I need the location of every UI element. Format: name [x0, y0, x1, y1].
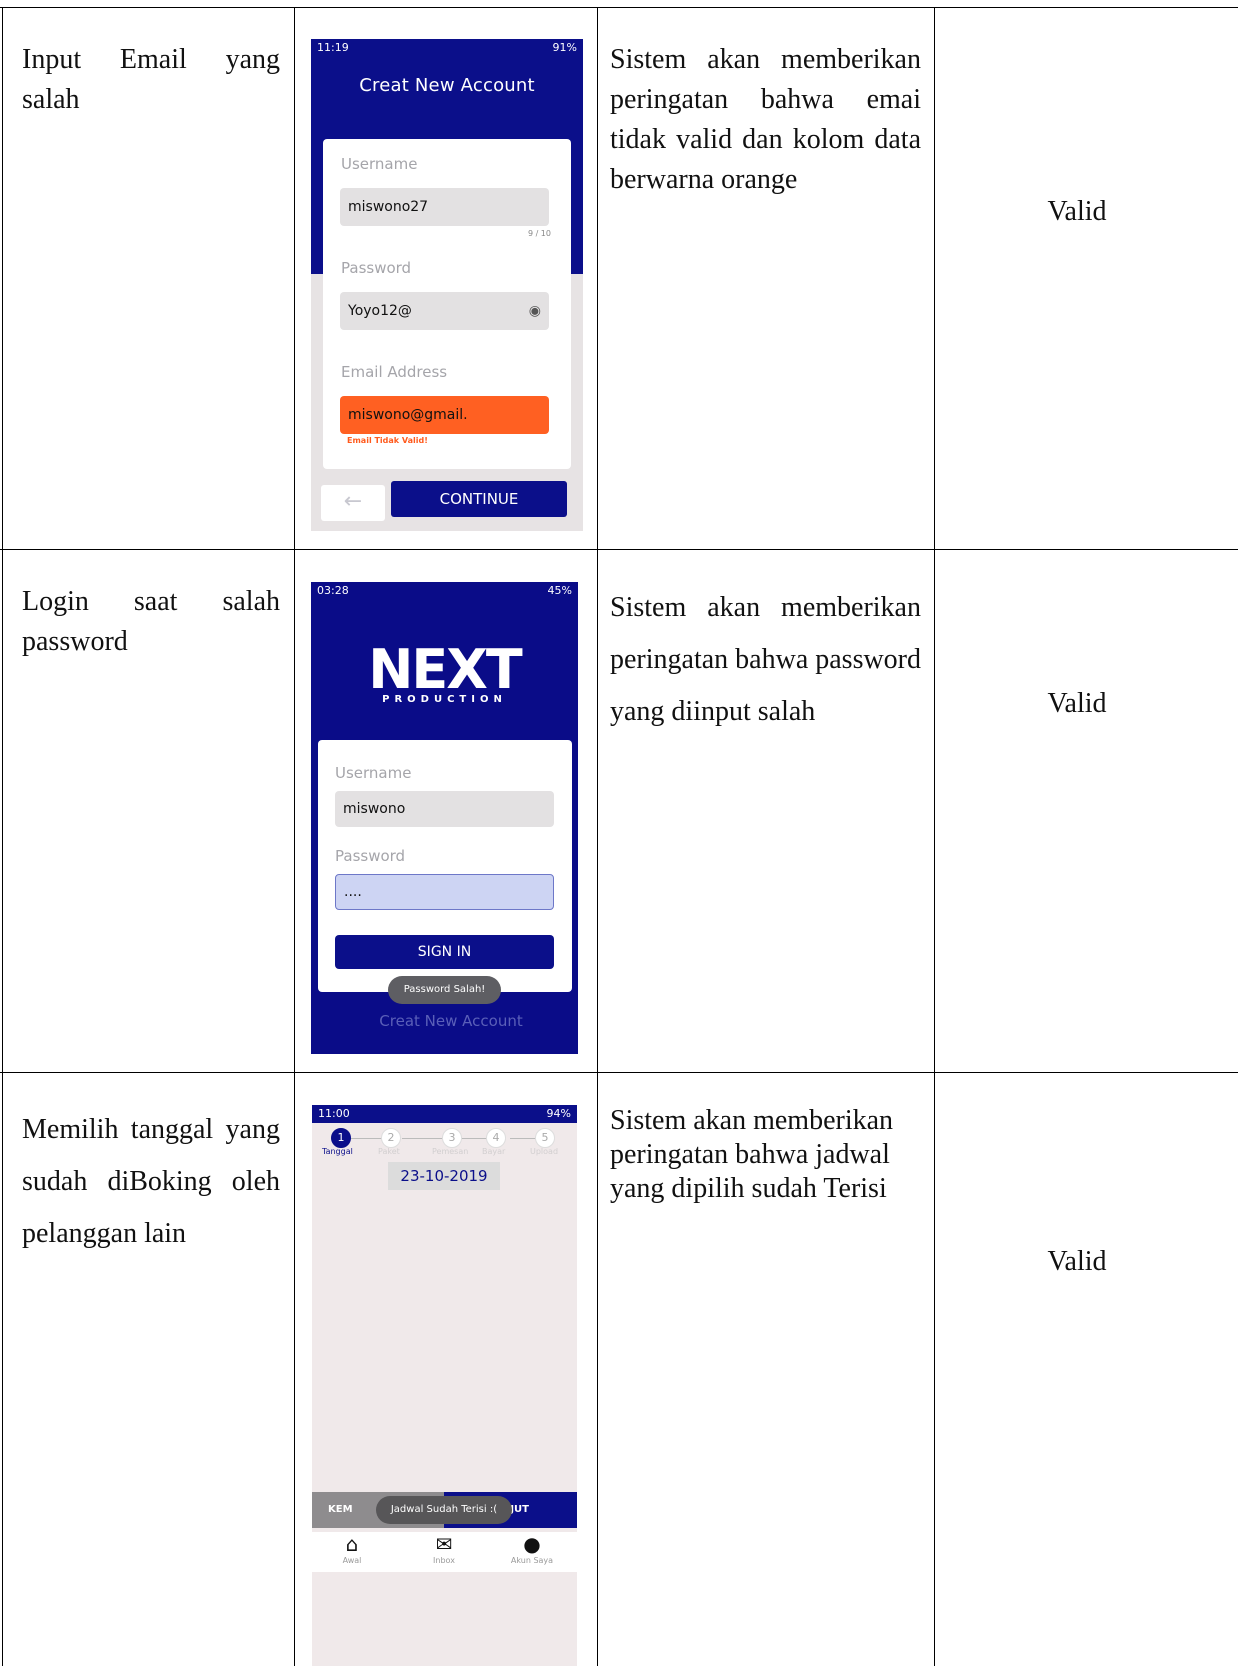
home-icon: ⌂: [345, 1532, 359, 1556]
step-connector: [510, 1138, 536, 1139]
status-bar: 11:19 91%: [311, 39, 583, 57]
email-value: miswono@gmail.: [348, 407, 468, 423]
arrow-left-icon: ←: [343, 489, 363, 514]
step-3[interactable]: 3: [442, 1128, 462, 1148]
user-icon: ●: [523, 1532, 541, 1556]
password-value: Yoyo12@: [348, 303, 412, 319]
status-time: 11:19: [317, 41, 349, 54]
step-1[interactable]: 1: [331, 1128, 351, 1148]
expected-text: Sistem akan memberikan peringatan bahwa …: [610, 44, 921, 195]
email-error: Email Tidak Valid!: [347, 436, 428, 445]
step-indicator: 1 2 3 4 5 Tanggal Paket Pemesan Bayar Up…: [312, 1123, 577, 1167]
sign-in-button[interactable]: SIGN IN: [335, 935, 554, 969]
step-5[interactable]: 5: [535, 1128, 555, 1148]
username-value: miswono: [343, 801, 406, 817]
step-4[interactable]: 4: [486, 1128, 506, 1148]
char-counter: 9 / 10: [527, 229, 551, 238]
password-value: ....: [344, 884, 362, 900]
back-button[interactable]: ←: [321, 485, 385, 521]
nav-label: Inbox: [433, 1556, 455, 1565]
password-input[interactable]: ....: [335, 874, 554, 910]
row-divider: [0, 1072, 1238, 1073]
screen-title: Creat New Account: [359, 75, 535, 96]
toast-message: Password Salah!: [388, 976, 501, 1004]
toast-message: Jadwal Sudah Terisi :(: [376, 1496, 512, 1524]
result-text: Valid: [1047, 196, 1107, 227]
email-input[interactable]: miswono@gmail.: [340, 396, 549, 434]
nav-item-akun-saya[interactable]: ● Akun Saya: [502, 1532, 562, 1565]
date-picker-field[interactable]: 23-10-2019: [388, 1162, 500, 1190]
column-divider: [597, 7, 598, 1666]
password-input[interactable]: Yoyo12@ ◉: [340, 292, 549, 330]
username-input[interactable]: miswono27: [340, 188, 549, 226]
test-table: Input Email yang salah Sistem akan membe…: [0, 0, 1238, 1666]
status-time: 03:28: [317, 584, 349, 597]
password-label: Password: [335, 847, 406, 865]
password-label: Password: [341, 259, 412, 277]
screenshot-booking: 11:00 94% 1 2 3 4 5 Tanggal Paket Pemesa…: [312, 1105, 577, 1666]
nav-label: Awal: [342, 1556, 362, 1565]
screenshot-login: 03:28 45% NEXT PRODUCTION Username miswo…: [311, 582, 578, 1054]
status-time: 11:00: [318, 1107, 350, 1120]
status-bar: 03:28 45%: [311, 582, 578, 600]
screenshot-create-account: 11:19 91% Creat New Account Username mis…: [311, 39, 583, 531]
expected-text: Sistem akan memberikan peringatan bahwa …: [610, 592, 922, 727]
status-battery: 45%: [547, 584, 572, 597]
step-label: Paket: [378, 1147, 400, 1156]
nav-item-inbox[interactable]: ✉ Inbox: [414, 1532, 474, 1565]
status-battery: 91%: [552, 41, 577, 54]
nav-label: Akun Saya: [510, 1556, 554, 1565]
step-label: Bayar: [482, 1147, 506, 1156]
result-text: Valid: [1047, 1246, 1107, 1277]
test-case-text: Input Email yang salah: [22, 44, 280, 115]
step-label: Upload: [530, 1147, 559, 1156]
form-card: Username miswono27 9 / 10 Password Yoyo1…: [323, 139, 571, 469]
step-connector: [402, 1138, 442, 1139]
username-label: Username: [335, 764, 412, 782]
step-label: Tanggal: [322, 1147, 353, 1156]
status-battery: 94%: [546, 1107, 571, 1120]
inbox-icon: ✉: [435, 1532, 453, 1556]
login-card: Username miswono Password .... SIGN IN: [318, 740, 572, 992]
create-account-link[interactable]: Creat New Account: [311, 1012, 578, 1030]
status-bar: 11:00 94%: [312, 1105, 577, 1123]
bottom-navigation: ⌂ Awal ✉ Inbox ● Akun Saya: [312, 1532, 577, 1572]
table-border-top: [0, 7, 1238, 8]
column-divider: [934, 7, 935, 1666]
step-label: Pemesan: [432, 1147, 469, 1156]
row-divider: [0, 549, 1238, 550]
result-text: Valid: [1047, 688, 1107, 719]
brand-logo-subtitle: PRODUCTION: [382, 694, 507, 705]
eye-icon[interactable]: ◉: [529, 303, 541, 319]
email-label: Email Address: [341, 363, 448, 381]
test-case-text: Memilih tanggal yang sudah diBoking oleh…: [22, 1114, 280, 1249]
nav-item-awal[interactable]: ⌂ Awal: [322, 1532, 382, 1565]
brand-logo: NEXT: [368, 638, 523, 701]
step-2[interactable]: 2: [381, 1128, 401, 1148]
table-border-left: [2, 7, 3, 1666]
continue-button[interactable]: CONTINUE: [391, 481, 567, 517]
username-input[interactable]: miswono: [335, 791, 554, 827]
username-label: Username: [341, 155, 418, 173]
test-case-text: Login saat salah password: [22, 586, 280, 657]
expected-text: Sistem akan memberikan peringatan bahwa …: [610, 1105, 894, 1204]
column-divider: [294, 7, 295, 1666]
username-value: miswono27: [348, 199, 429, 215]
